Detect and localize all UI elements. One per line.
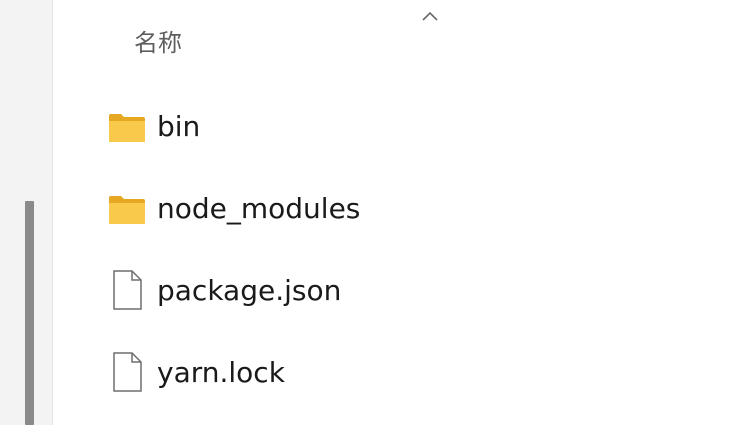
column-header-name[interactable]: 名称 <box>134 27 182 59</box>
list-item-folder-node-modules[interactable]: node_modules <box>100 168 660 250</box>
navigation-pane <box>0 0 52 425</box>
file-icon <box>113 270 142 310</box>
list-item-folder-bin[interactable]: bin <box>100 86 660 168</box>
folder-icon <box>109 114 145 142</box>
pane-divider[interactable] <box>52 0 53 425</box>
navigation-scrollbar-thumb[interactable] <box>25 201 34 425</box>
file-name: bin <box>157 110 201 143</box>
file-name: node_modules <box>157 192 361 225</box>
file-list: bin node_modules package.json yarn.lock <box>100 86 660 414</box>
list-item-file-yarn-lock[interactable]: yarn.lock <box>100 332 660 414</box>
file-explorer-window: 名称 bin node_modules package.json yarn.lo… <box>0 0 732 425</box>
file-name: yarn.lock <box>157 356 285 389</box>
list-item-file-package-json[interactable]: package.json <box>100 250 660 332</box>
folder-icon <box>109 196 145 224</box>
sort-ascending-chevron-icon[interactable] <box>421 10 439 22</box>
file-icon <box>113 352 142 392</box>
file-name: package.json <box>157 274 342 307</box>
